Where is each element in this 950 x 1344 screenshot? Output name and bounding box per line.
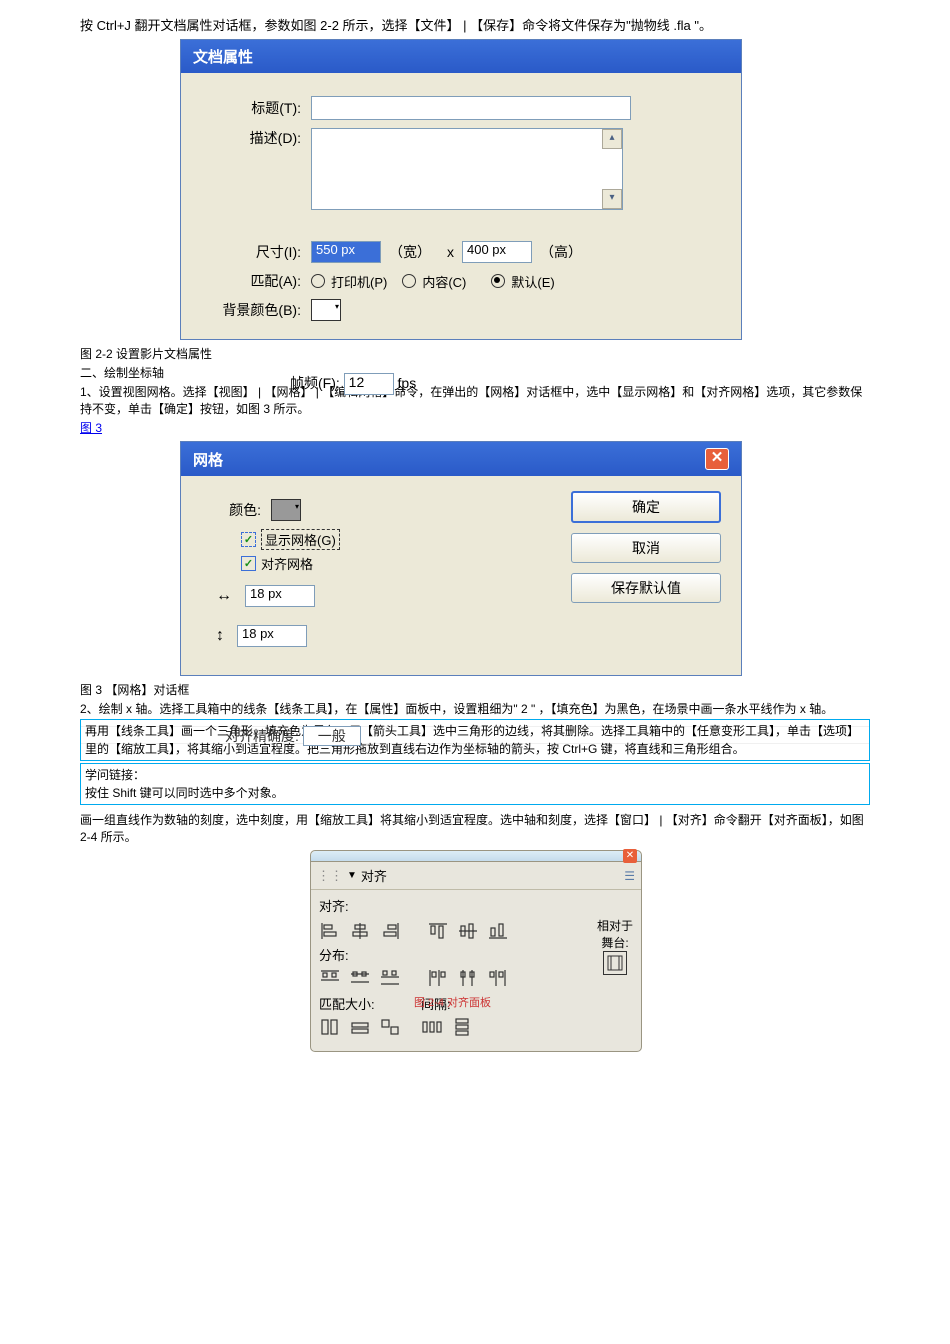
radio-printer-label: 打印机(P) — [331, 272, 387, 291]
match-width-icon[interactable] — [319, 1016, 341, 1038]
grid-color-swatch[interactable] — [271, 499, 301, 521]
align-bottom-icon[interactable] — [487, 920, 509, 942]
intro-text: 按 Ctrl+J 翻开文档属性对话框，参数如图 2-2 所示，选择【文件】 | … — [80, 15, 870, 34]
scroll-up-icon[interactable]: ▴ — [602, 129, 622, 149]
panel-menu-icon[interactable]: ☰ — [624, 869, 635, 883]
align-caption-overlay: 图 2-4 对齐面板 — [414, 994, 491, 1010]
stage-label1: 相对于 — [597, 917, 633, 934]
label-desc: 描述(D): — [201, 128, 301, 148]
caption-3: 图 3 【网格】对话框 — [80, 681, 870, 698]
label-fps: 帧频(F): 12 fps — [290, 373, 416, 395]
radio-content[interactable]: 内容(C) — [402, 272, 466, 291]
grid-dialog: 网格 ✕ 颜色: ✓ 显示网格(G) ✓ 对齐网格 18 px 18 px — [180, 441, 742, 676]
width-label: （宽） — [389, 242, 431, 262]
close-icon[interactable]: ✕ — [705, 448, 729, 470]
arrow-instruction: 再用【线条工具】画一个三角形，填充色为黑色，用【箭头工具】选中三角形的边线，将其… — [80, 719, 870, 761]
label-title: 标题(T): — [201, 98, 301, 118]
space-v-icon[interactable] — [451, 1016, 473, 1038]
checkbox-snap-grid[interactable]: ✓ 对齐网格 — [241, 554, 571, 573]
checkbox-show-label: 显示网格(G) — [261, 529, 340, 550]
grid-dialog-title: 网格 — [193, 449, 223, 470]
grip-icon[interactable]: ⋮⋮ — [317, 868, 343, 884]
align-hcenter-icon[interactable] — [349, 920, 371, 942]
dist-hcenter-icon[interactable] — [457, 967, 479, 989]
align-right-icon[interactable] — [379, 920, 401, 942]
save-default-button[interactable]: 保存默认值 — [571, 573, 721, 603]
label-match: 匹配(A): — [201, 271, 301, 291]
panel-close-icon[interactable]: ✕ — [623, 849, 637, 863]
to-stage-icon[interactable] — [603, 951, 627, 975]
figure-3-link[interactable]: 图 3 — [80, 421, 102, 435]
align-vcenter-icon[interactable] — [457, 920, 479, 942]
title-input[interactable] — [311, 96, 631, 120]
radio-default[interactable]: 默认(E) — [491, 272, 554, 291]
align-panel: ✕ ⋮⋮ ▼ 对齐 ☰ 对齐: 分布: — [310, 850, 642, 1052]
checkbox-show-grid[interactable]: ✓ 显示网格(G) — [241, 529, 571, 550]
distribute-section: 分布: — [319, 945, 587, 964]
label-bgcolor: 背景颜色(B): — [201, 300, 301, 320]
draw-x-text: 2、绘制 x 轴。选择工具箱中的线条【线条工具】，在【属性】面板中，设置粗细为"… — [80, 700, 870, 717]
vertical-arrow-icon — [216, 627, 229, 645]
horizontal-arrow-icon — [216, 587, 237, 605]
tip-body: 按住 Shift 键可以同时选中多个对象。 — [85, 784, 865, 802]
ok-button[interactable]: 确定 — [571, 491, 721, 523]
bgcolor-swatch[interactable] — [311, 299, 341, 321]
radio-printer[interactable]: 打印机(P) — [311, 272, 387, 291]
section2-line1: 1、设置视图网格。选择【视图】 | 【网格】 | 【编辑网格】命令，在弹出的【网… — [80, 383, 870, 417]
match-section: 匹配大小: — [319, 994, 401, 1013]
dist-vcenter-icon[interactable] — [349, 967, 371, 989]
radio-default-label: 默认(E) — [511, 272, 554, 291]
tip-box: 学问链接： 按住 Shift 键可以同时选中多个对象。 — [80, 763, 870, 805]
height-label: （高） — [540, 242, 582, 262]
tip-title: 学问链接： — [85, 766, 865, 784]
description-input[interactable]: ▴ ▾ — [311, 128, 623, 210]
doc-properties-dialog: 文档属性 标题(T): 描述(D): ▴ ▾ 尺寸(I): 550 px （宽）… — [180, 39, 742, 340]
dist-right-icon[interactable] — [487, 967, 509, 989]
width-input[interactable]: 550 px — [311, 241, 381, 263]
checkbox-snap-label: 对齐网格 — [261, 554, 313, 573]
fps-input[interactable]: 12 — [344, 373, 394, 395]
grid-v-input[interactable]: 18 px — [237, 625, 307, 647]
grid-h-input[interactable]: 18 px — [245, 585, 315, 607]
label-size: 尺寸(I): — [201, 242, 301, 262]
scale-text: 画一组直线作为数轴的刻度，选中刻度，用【缩放工具】将其缩小到适宜程度。选中轴和刻… — [80, 811, 870, 845]
size-x: x — [447, 244, 454, 260]
dist-bottom-icon[interactable] — [379, 967, 401, 989]
space-h-icon[interactable] — [421, 1016, 443, 1038]
accuracy-select[interactable]: 一般 — [303, 726, 361, 746]
section2-title: 二、绘制坐标轴 — [80, 364, 870, 381]
caption-2-2: 图 2-2 设置影片文档属性 — [80, 345, 870, 362]
dist-top-icon[interactable] — [319, 967, 341, 989]
cancel-button[interactable]: 取消 — [571, 533, 721, 563]
height-input[interactable]: 400 px — [462, 241, 532, 263]
caption-link-3: 图 3 — [80, 419, 870, 436]
doc-dialog-title: 文档属性 — [181, 40, 741, 73]
label-grid-color: 颜色: — [201, 500, 261, 520]
dist-left-icon[interactable] — [427, 967, 449, 989]
match-height-icon[interactable] — [349, 1016, 371, 1038]
label-accuracy: 对齐精确度: 一般 — [225, 726, 361, 747]
radio-content-label: 内容(C) — [422, 272, 466, 291]
match-both-icon[interactable] — [379, 1016, 401, 1038]
collapse-icon[interactable]: ▼ — [347, 870, 357, 881]
scroll-down-icon[interactable]: ▾ — [602, 189, 622, 209]
align-top-icon[interactable] — [427, 920, 449, 942]
align-panel-title: 对齐 — [361, 866, 387, 885]
align-left-icon[interactable] — [319, 920, 341, 942]
stage-label2: 舞台: — [601, 934, 628, 951]
align-section: 对齐: — [319, 896, 633, 915]
